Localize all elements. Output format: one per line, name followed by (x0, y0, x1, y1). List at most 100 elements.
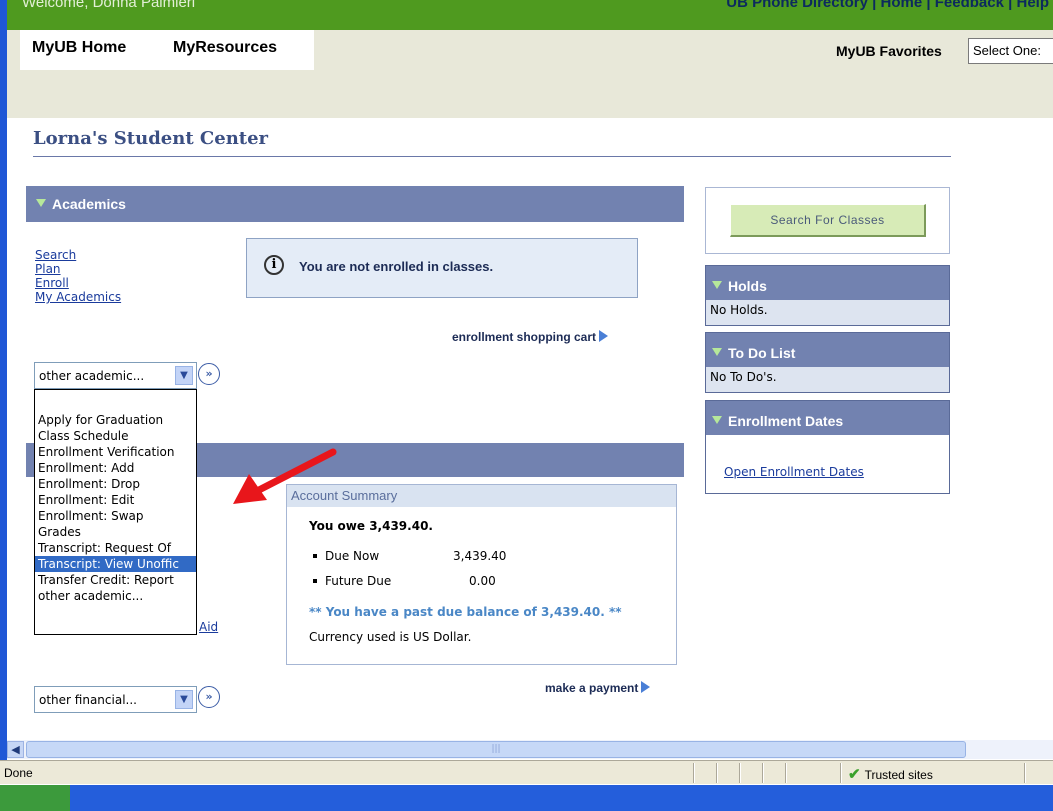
my-academics-link[interactable]: My Academics (35, 290, 121, 304)
account-summary-title: Account Summary (287, 485, 676, 507)
tab-myub-home[interactable]: MyUB Home (20, 30, 161, 70)
enrollment-dates-header[interactable]: Enrollment Dates (706, 401, 949, 435)
aid-link-text[interactable]: Aid (199, 620, 218, 634)
option-transcript-request[interactable]: Transcript: Request Of (35, 540, 196, 556)
scrollbar-thumb[interactable]: ||| (26, 741, 966, 758)
option-other-academic[interactable]: other academic... (35, 588, 196, 604)
enrollment-dates-title: Enrollment Dates (728, 413, 844, 429)
financial-go-button[interactable]: » (198, 686, 220, 708)
academic-actions-select[interactable]: other academic... ▼ (34, 362, 197, 389)
option-enrollment-edit[interactable]: Enrollment: Edit (35, 492, 196, 508)
info-icon: i (264, 255, 284, 275)
search-for-classes-button[interactable]: Search For Classes (730, 204, 926, 237)
scroll-left-icon[interactable]: ◀ (7, 741, 24, 758)
search-link[interactable]: Search (35, 248, 121, 262)
start-button[interactable] (0, 785, 70, 811)
academics-title: Academics (52, 196, 126, 212)
notice-text: You are not enrolled in classes. (299, 259, 494, 274)
bullet-icon (313, 554, 317, 558)
status-divider (762, 763, 764, 783)
status-divider (785, 763, 787, 783)
academic-select-value: other academic... (39, 369, 145, 383)
make-payment-link[interactable]: make a payment (545, 681, 651, 695)
option-grades[interactable]: Grades (35, 524, 196, 540)
taskbar (0, 785, 1053, 811)
option-enrollment-add[interactable]: Enrollment: Add (35, 460, 196, 476)
enroll-link[interactable]: Enroll (35, 276, 121, 290)
chevron-down-icon[interactable]: ▼ (175, 366, 193, 385)
due-now-text: Due Now (325, 549, 380, 563)
option-transfer-credit[interactable]: Transfer Credit: Report (35, 572, 196, 588)
phone-directory-link[interactable]: UB Phone Directory (726, 0, 868, 11)
future-due-value: 0.00 (469, 574, 496, 588)
collapse-triangle-icon (36, 199, 46, 207)
due-now-label: Due Now (313, 549, 379, 563)
option-transcript-view[interactable]: Transcript: View Unoffic (35, 556, 196, 572)
todo-panel: To Do List No To Do's. (705, 332, 950, 393)
financial-actions-select[interactable]: other financial... ▼ (34, 686, 197, 713)
status-text: Done (4, 766, 33, 780)
page-title: Lorna's Student Center (33, 128, 269, 149)
zone-text: Trusted sites (864, 768, 933, 782)
future-due-label: Future Due (313, 574, 391, 588)
enrollment-cart-link[interactable]: enrollment shopping cart (452, 330, 609, 344)
currency-note: Currency used is US Dollar. (309, 630, 472, 644)
academics-header[interactable]: Academics (26, 186, 684, 222)
account-summary-panel: Account Summary You owe 3,439.40. Due No… (286, 484, 677, 665)
home-link[interactable]: Home (881, 0, 923, 11)
checkmark-icon: ✔ (848, 766, 861, 783)
holds-panel: Holds No Holds. (705, 265, 950, 326)
feedback-link[interactable]: Feedback (935, 0, 1004, 11)
financial-select-value: other financial... (39, 693, 137, 707)
status-divider (1024, 763, 1026, 783)
collapse-triangle-icon (712, 416, 722, 424)
top-links: UB Phone Directory | Home | Feedback | H… (726, 0, 1049, 11)
collapse-triangle-icon (712, 281, 722, 289)
pay-link-label: make a payment (545, 681, 639, 695)
option-apply-graduation[interactable]: Apply for Graduation (35, 412, 196, 428)
todo-body: No To Do's. (710, 370, 777, 384)
financial-aid-link[interactable]: Aid (199, 620, 218, 634)
status-bar: Done ✔ Trusted sites (0, 760, 1053, 784)
status-divider (716, 763, 718, 783)
holds-body: No Holds. (710, 303, 768, 317)
help-link[interactable]: Help (1016, 0, 1049, 11)
status-divider (693, 763, 695, 783)
cart-link-label: enrollment shopping cart (452, 330, 597, 344)
arrow-right-icon (641, 681, 651, 693)
tab-myresources[interactable]: MyResources (161, 30, 314, 70)
academic-options-list[interactable]: Apply for Graduation Class Schedule Enro… (34, 389, 197, 635)
option-class-schedule[interactable]: Class Schedule (35, 428, 196, 444)
due-now-value: 3,439.40 (453, 549, 507, 563)
past-due-message: ** You have a past due balance of 3,439.… (309, 605, 622, 619)
favorites-label: MyUB Favorites (836, 43, 942, 59)
todo-header[interactable]: To Do List (706, 333, 949, 367)
bullet-icon (313, 579, 317, 583)
option-enrollment-verification[interactable]: Enrollment Verification (35, 444, 196, 460)
holds-title: Holds (728, 278, 767, 294)
plan-link[interactable]: Plan (35, 262, 121, 276)
collapse-triangle-icon (712, 348, 722, 356)
future-due-text: Future Due (325, 574, 392, 588)
amount-owed: You owe 3,439.40. (309, 519, 433, 533)
title-divider (33, 156, 951, 157)
search-classes-panel: Search For Classes (705, 187, 950, 254)
todo-title: To Do List (728, 345, 796, 361)
enrollment-notice: i You are not enrolled in classes. (246, 238, 638, 298)
academics-links: Search Plan Enroll My Academics (35, 248, 121, 304)
enrollment-dates-body: Open Enrollment Dates (706, 435, 949, 493)
academic-go-button[interactable]: » (198, 363, 220, 385)
favorites-select[interactable]: Select One: (968, 38, 1053, 64)
arrow-right-icon (599, 330, 609, 342)
open-enrollment-dates-link[interactable]: Open Enrollment Dates (724, 465, 864, 479)
window-edge (0, 0, 7, 775)
security-zone: ✔ Trusted sites (848, 765, 933, 783)
welcome-text: Welcome, Donna Palmieri (22, 0, 196, 11)
enrollment-dates-panel: Enrollment Dates Open Enrollment Dates (705, 400, 950, 494)
holds-header[interactable]: Holds (706, 266, 949, 300)
option-enrollment-drop[interactable]: Enrollment: Drop (35, 476, 196, 492)
option-enrollment-swap[interactable]: Enrollment: Swap (35, 508, 196, 524)
annotation-arrow-icon (233, 448, 337, 504)
status-divider (840, 763, 842, 783)
chevron-down-icon[interactable]: ▼ (175, 690, 193, 709)
